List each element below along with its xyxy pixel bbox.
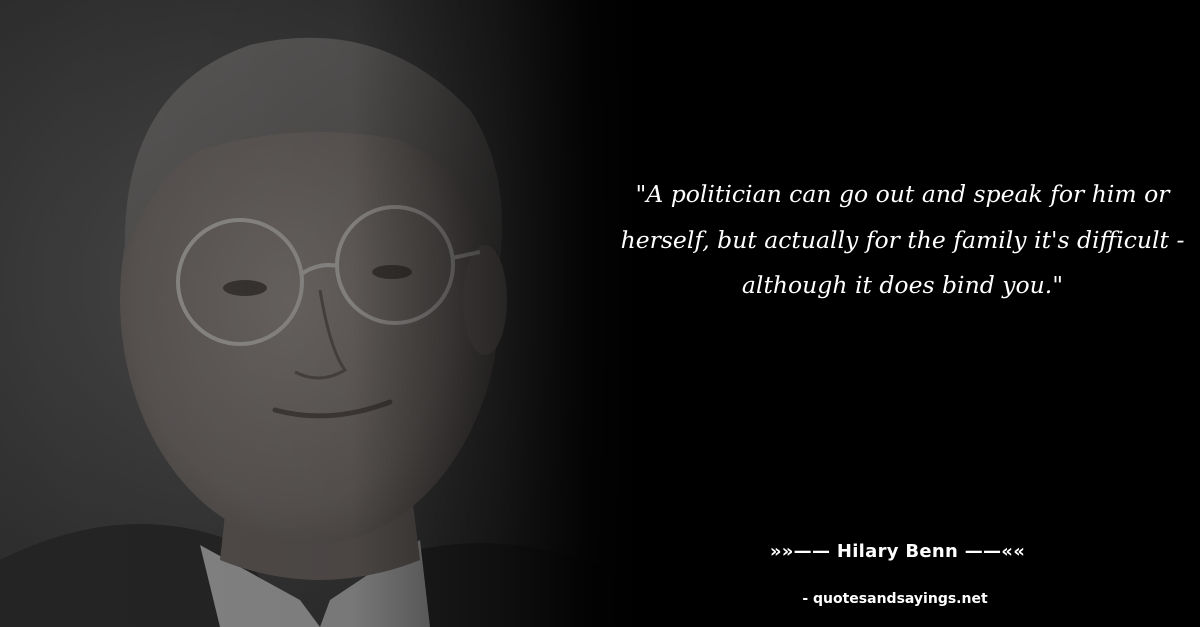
author-attribution: »»—— Hilary Benn ——«« [769,541,1026,562]
site-watermark: - quotesandsayings.net [802,591,988,607]
portrait-fade-overlay [0,0,640,627]
quote-text: "A politician can go out and speak for h… [620,180,1185,299]
quote-card: "A politician can go out and speak for h… [0,0,1200,627]
